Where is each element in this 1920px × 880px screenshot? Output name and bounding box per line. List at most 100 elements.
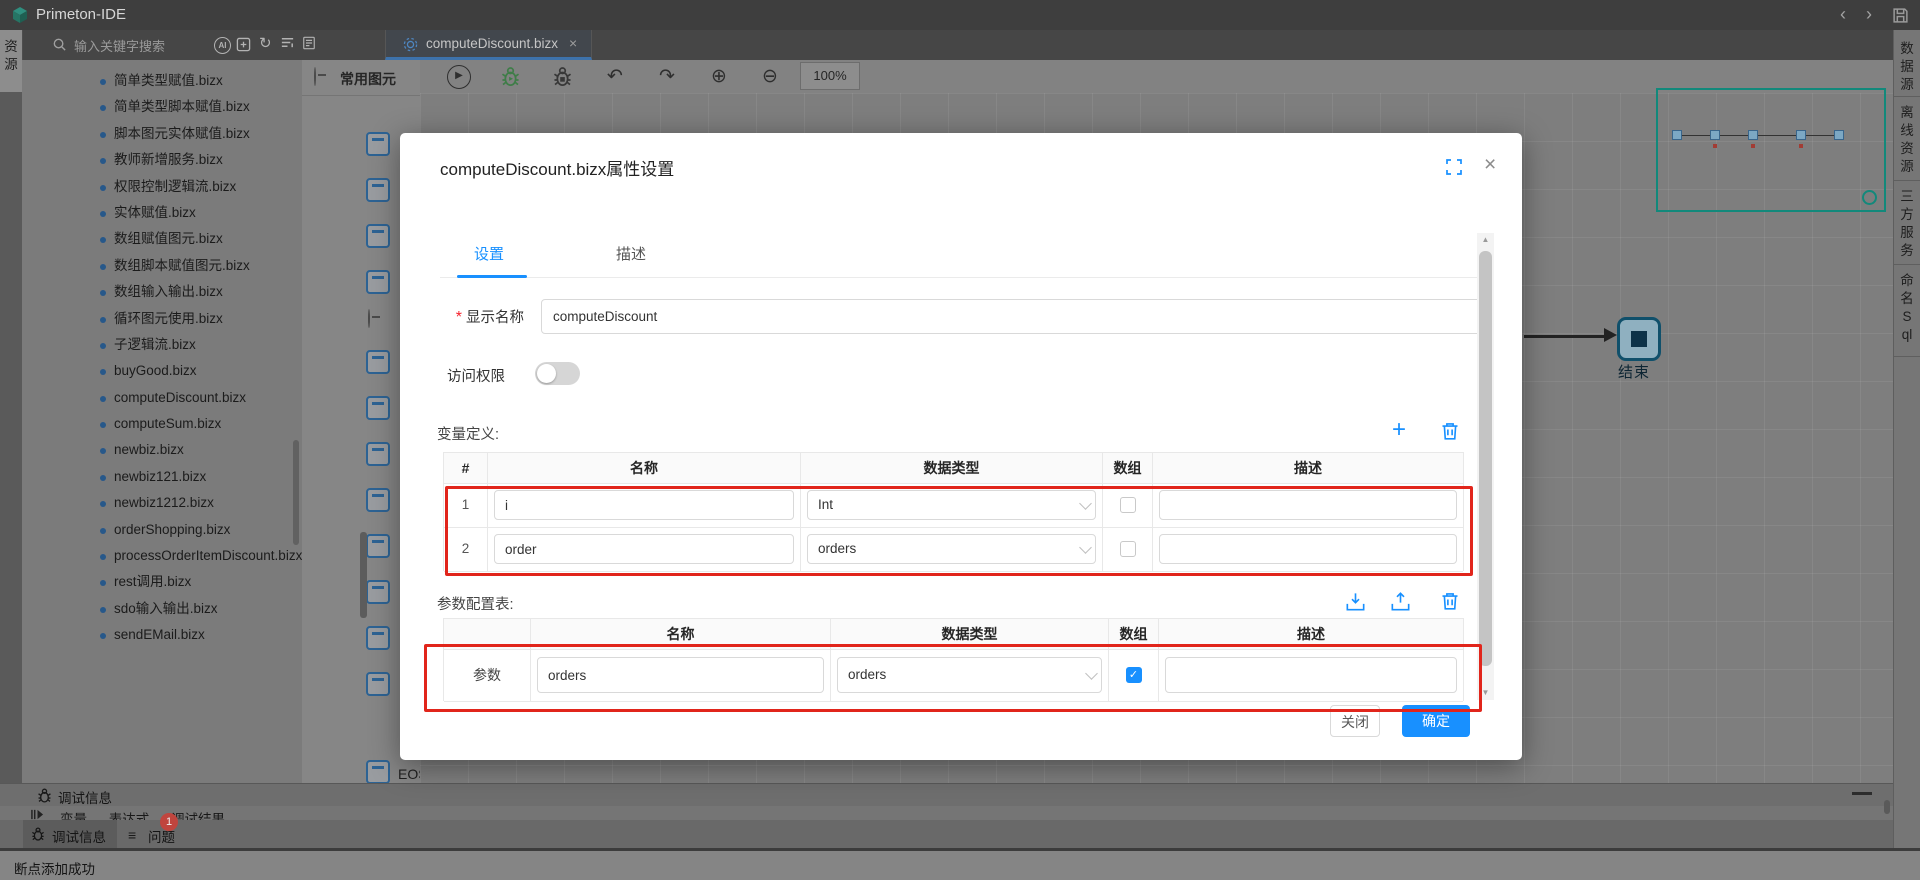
list-item[interactable]: newbiz.bizx <box>22 437 302 463</box>
right-tab-offline-resources[interactable]: 离线资源 <box>1899 104 1915 176</box>
list-item[interactable]: newbiz1212.bizx <box>22 490 302 516</box>
left-tab-strip: 资源 <box>0 30 23 783</box>
list-item[interactable]: computeSum.bizx <box>22 411 302 437</box>
palette-item-icon[interactable] <box>366 224 390 248</box>
debug-tab-expressions[interactable]: 表达式 <box>109 812 150 820</box>
list-item[interactable]: 数组脚本赋值图元.bizx <box>22 253 302 279</box>
palette-item-icon[interactable] <box>366 626 390 650</box>
tab-description[interactable]: 描述 <box>616 243 646 264</box>
dialog-title: computeDiscount.bizx属性设置 <box>440 155 674 180</box>
list-item[interactable]: 教师新增服务.bizx <box>22 147 302 173</box>
scrollbar-thumb[interactable] <box>1479 251 1492 666</box>
right-tab-datasource[interactable]: 数据源 <box>1899 40 1915 94</box>
tab-computediscount[interactable]: computeDiscount.bizx × <box>385 30 592 60</box>
minimize-icon[interactable] <box>1852 792 1872 795</box>
list-item[interactable]: 简单类型赋值.bizx <box>22 68 302 94</box>
list-item[interactable]: computeDiscount.bizx <box>22 385 302 411</box>
list-item[interactable]: rest调用.bizx <box>22 569 302 595</box>
col-datatype: 数据类型 <box>801 453 1103 484</box>
list-item[interactable]: 数组赋值图元.bizx <box>22 226 302 252</box>
step-run-icon[interactable]: ▶ <box>447 65 471 89</box>
tab-close-icon[interactable]: × <box>569 35 577 51</box>
list-item[interactable]: sdo输入输出.bizx <box>22 596 302 622</box>
zoom-out-icon[interactable]: ⊖ <box>758 65 782 89</box>
search-input[interactable] <box>72 35 221 57</box>
list-item[interactable]: processOrderItemDiscount.bizx <box>22 543 302 569</box>
list-item[interactable]: newbiz121.bizx <box>22 464 302 490</box>
palette-item-icon[interactable] <box>366 132 390 156</box>
palette-scrollbar[interactable] <box>360 532 367 618</box>
nav-forward-icon[interactable]: › <box>1866 4 1872 24</box>
palette-item-icon[interactable] <box>366 350 390 374</box>
debug-scrollbar[interactable] <box>1884 800 1890 814</box>
right-tab-thirdparty-services[interactable]: 三方服务 <box>1899 188 1915 260</box>
problems-badge: 1 <box>160 813 178 831</box>
bullet-icon <box>100 237 106 243</box>
list-item[interactable]: buyGood.bizx <box>22 358 302 384</box>
dialog-scrollbar[interactable]: ▲ ▼ <box>1477 233 1494 700</box>
tab-settings[interactable]: 设置 <box>474 243 504 264</box>
list-item[interactable]: orderShopping.bizx <box>22 517 302 543</box>
add-row-icon[interactable]: + <box>1392 419 1406 441</box>
end-node[interactable] <box>1617 317 1661 361</box>
list-item[interactable]: 循环图元使用.bizx <box>22 306 302 332</box>
list-item[interactable]: 数组输入输出.bizx <box>22 279 302 305</box>
debug-tab-results[interactable]: 调试结果 <box>171 812 225 820</box>
sort-list-icon[interactable] <box>280 35 295 50</box>
palette-item-icon[interactable] <box>366 534 390 558</box>
palette-item-icon[interactable] <box>366 178 390 202</box>
bullet-icon <box>100 554 106 560</box>
undo-icon[interactable]: ↶ <box>603 65 627 89</box>
add-box-icon[interactable] <box>236 37 251 52</box>
sidebar-tab-resources[interactable]: 资源 <box>0 30 22 92</box>
bullet-icon <box>100 185 106 191</box>
col-description: 描述 <box>1153 453 1463 484</box>
debug-stop-icon[interactable] <box>551 65 574 88</box>
divider <box>1894 180 1920 181</box>
minimap-breakpoint-dot <box>1713 144 1717 148</box>
palette-item-icon[interactable] <box>366 580 390 604</box>
minimap-node <box>1834 130 1844 140</box>
palette-item-icon[interactable] <box>366 442 390 466</box>
ai-icon[interactable]: AI <box>214 37 231 54</box>
document-icon[interactable] <box>302 36 316 50</box>
export-icon[interactable] <box>1390 591 1411 612</box>
palette-item-icon[interactable] <box>366 396 390 420</box>
refresh-icon[interactable]: ↻ <box>259 35 272 53</box>
access-toggle[interactable] <box>535 362 580 385</box>
debug-panel-title: 调试信息 <box>58 787 112 807</box>
display-name-input[interactable] <box>541 299 1482 334</box>
palette-item-icon[interactable] <box>366 672 390 696</box>
palette-item-icon[interactable] <box>366 270 390 294</box>
close-icon[interactable]: × <box>1484 153 1496 177</box>
zoom-level[interactable]: 100% <box>800 62 860 90</box>
save-icon[interactable] <box>1892 7 1909 24</box>
minimap[interactable] <box>1656 88 1886 212</box>
delete-row-icon[interactable] <box>1440 591 1460 611</box>
pause-play-icon[interactable] <box>30 808 45 820</box>
list-item[interactable]: sendEMail.bizx <box>22 622 302 643</box>
minimap-resize-handle[interactable] <box>1862 190 1877 205</box>
debug-run-icon[interactable] <box>499 65 522 88</box>
bullet-icon <box>100 475 106 481</box>
divider <box>1894 96 1920 97</box>
file-list-scrollbar[interactable] <box>293 440 299 545</box>
tab-debug-info-label[interactable]: 调试信息 <box>52 826 106 846</box>
nav-back-icon[interactable]: ‹ <box>1840 4 1846 24</box>
list-item[interactable]: 子逻辑流.bizx <box>22 332 302 358</box>
list-item[interactable]: 实体赋值.bizx <box>22 200 302 226</box>
scroll-up-icon[interactable]: ▲ <box>1477 233 1494 247</box>
delete-row-icon[interactable] <box>1440 421 1460 441</box>
import-icon[interactable] <box>1345 591 1366 612</box>
fullscreen-icon[interactable] <box>1446 159 1462 175</box>
right-tab-named-sql[interactable]: 命名Sql <box>1899 272 1915 344</box>
list-item[interactable]: 简单类型脚本赋值.bizx <box>22 94 302 120</box>
palette-item-icon[interactable] <box>366 488 390 512</box>
group-collapse-icon[interactable] <box>368 309 370 328</box>
debug-tab-variables[interactable]: 变量 <box>60 812 87 820</box>
zoom-in-icon[interactable]: ⊕ <box>707 65 731 89</box>
list-item[interactable]: 脚本图元实体赋值.bizx <box>22 121 302 147</box>
redo-icon[interactable]: ↷ <box>655 65 679 89</box>
collapse-icon[interactable] <box>314 67 316 86</box>
list-item[interactable]: 权限控制逻辑流.bizx <box>22 174 302 200</box>
